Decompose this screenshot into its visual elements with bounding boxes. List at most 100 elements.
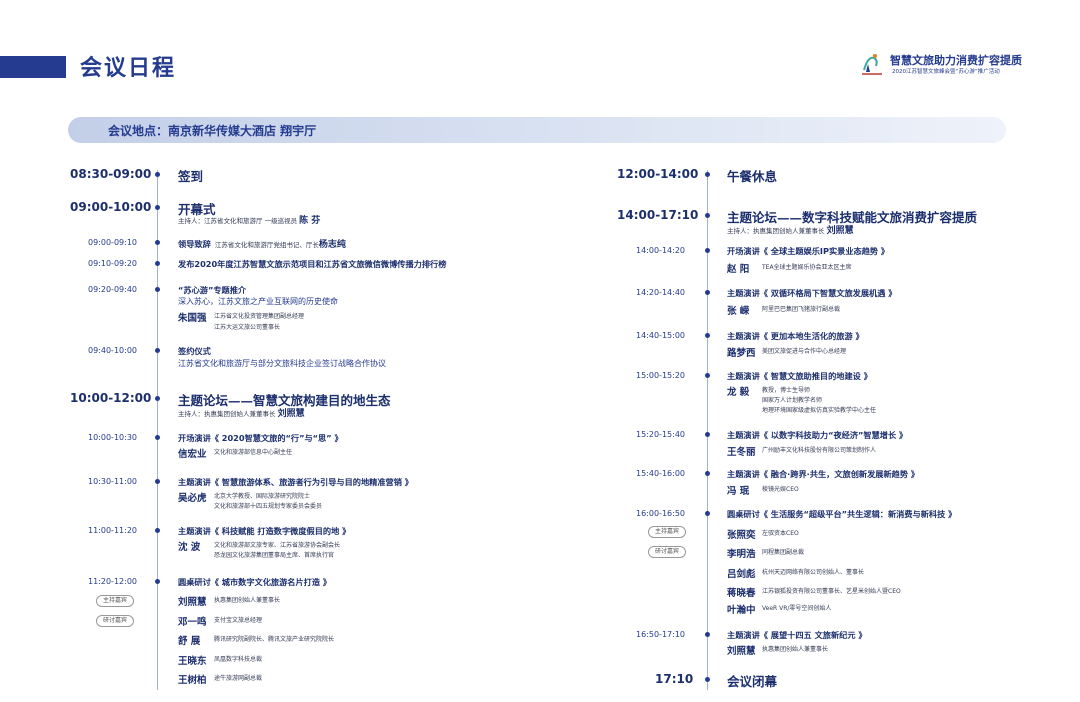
panelist-name: 吕剑彪	[727, 569, 756, 580]
speaker-role: 美团文旅促进与合作中心总经理	[762, 348, 847, 355]
item-r7: 圆桌研讨《 生活服务“超级平台”共生逻辑：新消费与新科技 》	[727, 509, 957, 519]
item-close: 会议闭幕	[727, 674, 778, 689]
timeline-dot	[705, 511, 710, 516]
speaker-role: 文化和旅游部十四五规划专家委员会委员	[214, 503, 323, 510]
speaker-role: 棱镜光娱CEO	[762, 486, 799, 493]
panelist-role: 江苏银狐投资有限公司董事长、艺星米创始人暨CEO	[762, 588, 901, 595]
speaker-name: 张 嵘	[727, 306, 750, 317]
panelist-role: 杭州天迈网络有限公司创始人、董事长	[762, 569, 865, 576]
speaker-name: 龙 毅	[727, 387, 750, 398]
panelist-role: 执惠集团创始人兼董事长	[214, 597, 281, 604]
timeline-dot	[155, 287, 160, 292]
panelist-role: 腾讯研究院副院长、腾讯文旅产业研究院院长	[214, 636, 335, 643]
page-title: 会议日程	[80, 56, 177, 81]
speaker-role: 江苏大运文旅公司董事长	[214, 324, 281, 331]
time-s4: 09:40-10:00	[88, 346, 137, 355]
speaker-role: 地理环境国家级虚拟仿真实验教学中心主任	[762, 407, 877, 414]
item-r3: 主题演讲《 更加本地生活化的旅游 》	[727, 331, 864, 341]
speaker-role: 阿里巴巴集团飞猪旅行副总裁	[762, 306, 841, 313]
item-r2: 主题演讲《 双循环格局下智慧文旅发展机遇 》	[727, 288, 897, 298]
timeline-dot	[705, 471, 710, 476]
time-lunch: 12:00-14:00	[617, 167, 699, 181]
header-accent-bar	[0, 56, 66, 78]
speaker-name: 信宏业	[178, 449, 207, 460]
item-s4-subtitle: 江苏省文化和旅游厅与部分文旅科技企业签订战略合作协议	[178, 359, 386, 368]
item-s3-subtitle: 深入苏心，江苏文旅之产业互联网的历史使命	[178, 297, 338, 306]
timeline-dot	[705, 677, 710, 682]
speaker-role: 执惠集团创始人兼董事长	[762, 646, 829, 653]
time-r2: 14:20-14:40	[636, 288, 685, 297]
panelist-role: 途牛旅游网副总裁	[214, 675, 263, 682]
brand-title: 智慧文旅助力消费扩容提质	[890, 54, 1022, 67]
time-s6: 10:30-11:00	[88, 477, 137, 486]
timeline-dot	[705, 373, 710, 378]
time-r7: 16:00-16:50	[636, 509, 685, 518]
forum-pm-host: 主持人：执惠集团创始人兼董事长 刘照慧	[727, 226, 854, 236]
time-r6: 15:40-16:00	[636, 469, 685, 478]
timeline-dot	[155, 261, 160, 266]
item-s7: 主题演讲《 科技赋能 打造数字微度假目的地 》	[178, 526, 351, 536]
panelist-name: 张照奕	[727, 530, 756, 541]
item-s6: 主题演讲《 智慧旅游体系、旅游者行为引导与目的地精准营销 》	[178, 477, 413, 487]
item-r1: 开场演讲《 全球主题娱乐IP实景业态趋势 》	[727, 246, 890, 256]
item-signin: 签到	[178, 169, 204, 184]
left-timeline	[157, 170, 158, 690]
time-signin: 08:30-09:00	[70, 167, 152, 181]
panel-guest-tag: 研讨嘉宾	[648, 546, 687, 558]
time-r3: 14:40-15:00	[636, 331, 685, 340]
panelist-role: 同程集团副总裁	[762, 549, 805, 556]
panelist-role: VeeR VR/零号空间创始人	[762, 605, 832, 612]
opening-host: 主持人：江苏省文化和旅游厅 一级巡视员 陈 芬	[178, 216, 321, 226]
time-r8: 16:50-17:10	[636, 630, 685, 639]
speaker-name: 冯 珉	[727, 486, 750, 497]
speaker-role: 广州励丰文化科技股份有限公司策划制作人	[762, 447, 877, 454]
brand-logo-icon	[862, 54, 882, 75]
panelist-name: 王树柏	[178, 675, 207, 686]
panelist-name: 邓一鸣	[178, 617, 207, 628]
time-r1: 14:00-14:20	[636, 246, 685, 255]
timeline-dot	[705, 333, 710, 338]
item-s5: 开场演讲《 2020智慧文旅的“行”与“思” 》	[178, 433, 343, 443]
timeline-dot	[155, 528, 160, 533]
speaker-name: 沈 波	[178, 542, 201, 553]
venue-text: 会议地点：南京新华传媒大酒店 翔宇厅	[108, 124, 317, 138]
forum-am-host: 主持人：执惠集团创始人兼董事长 刘照慧	[178, 409, 305, 419]
speaker-role: 文化和旅游部信息中心副主任	[214, 449, 293, 456]
item-s2: 发布2020年度江苏智慧文旅示范项目和江苏省文旅微信微博传播力排行榜	[178, 259, 447, 269]
time-s8: 11:20-12:00	[88, 577, 137, 586]
timeline-dot	[155, 479, 160, 484]
time-close: 17:10	[655, 672, 694, 686]
item-r4: 主题演讲《 智慧文旅助推目的地建设 》	[727, 371, 872, 381]
time-s1: 09:00-09:10	[88, 238, 137, 247]
panelist-name: 叶瀚中	[727, 605, 756, 616]
item-s8: 圆桌研讨《 城市数字文化旅游名片打造 》	[178, 577, 332, 587]
time-forum-pm: 14:00-17:10	[617, 208, 699, 222]
timeline-dot	[155, 240, 160, 245]
time-s2: 09:10-09:20	[88, 259, 137, 268]
panelist-name: 舒 展	[178, 636, 201, 647]
timeline-dot	[155, 348, 160, 353]
panelist-name: 刘照慧	[178, 597, 207, 608]
item-s4: 签约仪式	[178, 346, 211, 356]
time-r5: 15:20-15:40	[636, 430, 685, 439]
panelist-role: 支付宝文旅总经理	[214, 617, 263, 624]
host-guest-tag: 主持嘉宾	[96, 595, 135, 607]
panelist-name: 王晓东	[178, 656, 207, 667]
panelist-name: 蒋晓春	[727, 588, 756, 599]
time-s3: 09:20-09:40	[88, 285, 137, 294]
panelist-role: 左驭资本CEO	[762, 530, 799, 537]
timeline-dot	[155, 205, 160, 210]
timeline-dot	[705, 290, 710, 295]
timeline-dot	[705, 248, 710, 253]
item-r5: 主题演讲《 以数字科技助力“夜经济”智慧增长 》	[727, 430, 908, 440]
speaker-name: 朱国强	[178, 313, 207, 324]
timeline-dot	[705, 632, 710, 637]
timeline-dot	[155, 579, 160, 584]
panelist-name: 李明浩	[727, 549, 756, 560]
time-s7: 11:00-11:20	[88, 526, 137, 535]
speaker-role: 江苏省文化投资管理集团副总经理	[214, 313, 305, 320]
speaker-name: 吴必虎	[178, 493, 207, 504]
timeline-dot	[155, 396, 160, 401]
item-r6: 主题演讲《 融合·跨界·共生，文旅创新发展新趋势 》	[727, 469, 920, 479]
panelist-role: 凤凰数字科技总裁	[214, 656, 263, 663]
